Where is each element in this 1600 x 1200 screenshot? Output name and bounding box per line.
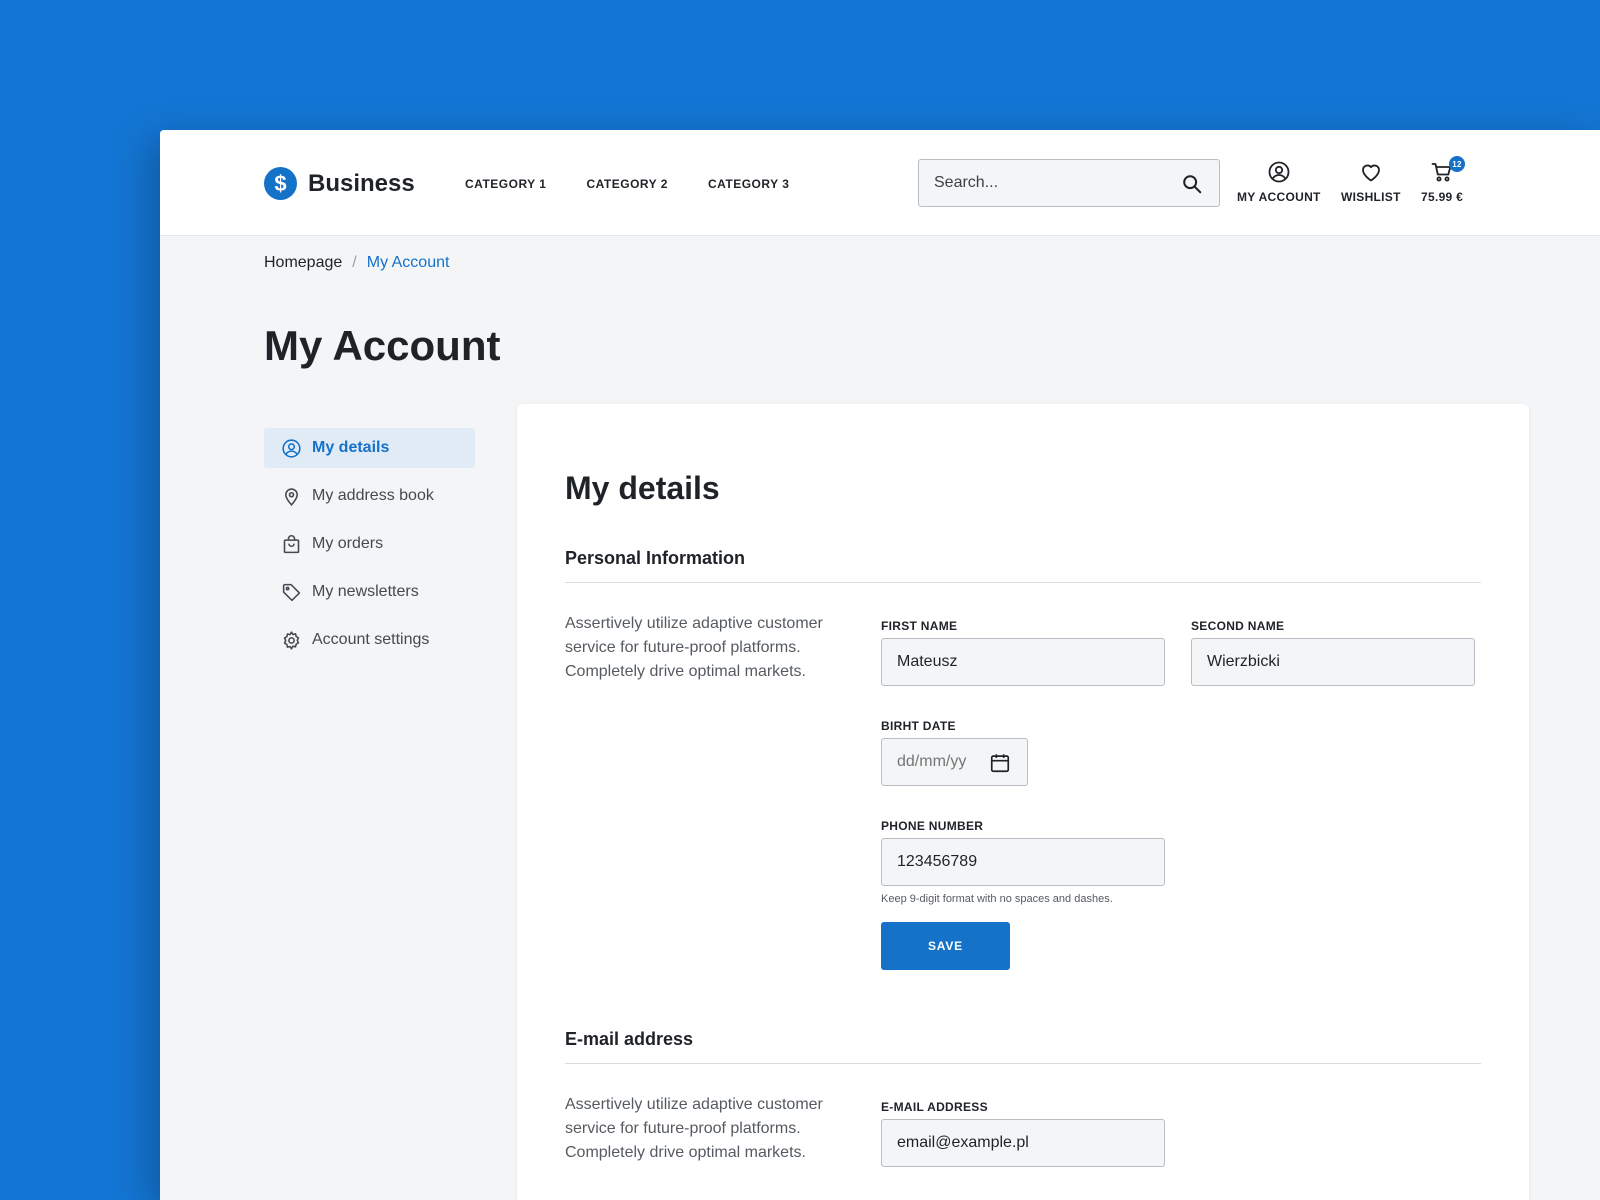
my-account-label: MY ACCOUNT [1237,190,1321,204]
save-button[interactable]: SAVE [881,922,1010,970]
sidebar-item-my-details[interactable]: My details [264,428,475,468]
user-circle-icon [1268,161,1290,183]
second-name-field [1191,638,1475,686]
section-divider [565,582,1481,583]
second-name-label: SECOND NAME [1191,619,1285,633]
account-sidebar: My details My address book My orders My … [264,428,475,668]
logo-text: Business [308,169,415,197]
phone-input[interactable] [897,853,1164,871]
sidebar-item-label: My address book [312,487,434,504]
page-title: My Account [264,322,501,369]
first-name-input[interactable] [897,653,1164,671]
cart-count-badge: 12 [1449,156,1465,172]
cart-total: 75.99 € [1421,190,1464,204]
email-label: E-MAIL ADDRESS [881,1100,988,1114]
email-description: Assertively utilize adaptive customer se… [565,1096,823,1161]
email-section-title: E-mail address [565,1029,694,1049]
tag-icon [282,583,301,601]
birth-date-field [881,738,1028,786]
map-pin-icon [285,487,298,506]
site-header: $ Business CATEGORY 1 CATEGORY 2 CATEGOR… [160,130,1600,236]
section-divider [565,1063,1481,1064]
breadcrumb: Homepage / My Account [264,254,449,272]
sidebar-item-label: My details [312,439,390,456]
shopping-bag-icon [283,534,300,553]
phone-helper-text: Keep 9-digit format with no spaces and d… [881,893,1113,905]
app-window: $ Business CATEGORY 1 CATEGORY 2 CATEGOR… [160,130,1600,1200]
calendar-icon[interactable] [989,752,1011,774]
phone-label: PHONE NUMBER [881,819,984,833]
phone-field [881,838,1165,886]
my-account-link[interactable]: MY ACCOUNT [1237,160,1321,204]
search-icon[interactable] [1181,173,1203,195]
sidebar-item-address-book[interactable]: My address book [264,476,475,516]
sidebar-item-label: My newsletters [312,583,419,600]
breadcrumb-home[interactable]: Homepage [264,254,342,272]
personal-info-title: Personal Information [565,548,746,568]
sidebar-item-orders[interactable]: My orders [264,524,475,564]
personal-info-description: Assertively utilize adaptive customer se… [565,615,823,680]
wishlist-label: WISHLIST [1341,190,1401,204]
sidebar-item-account-settings[interactable]: Account settings [264,620,475,660]
sidebar-item-newsletters[interactable]: My newsletters [264,572,475,612]
second-name-input[interactable] [1207,653,1474,671]
email-input[interactable] [897,1134,1164,1152]
first-name-label: FIRST NAME [881,619,958,633]
nav-category-1[interactable]: CATEGORY 1 [465,177,546,191]
dollar-logo-icon: $ [264,167,297,200]
search-input[interactable] [919,174,1169,192]
nav-category-3[interactable]: CATEGORY 3 [708,177,789,191]
gear-icon [283,630,300,650]
email-field [881,1119,1165,1167]
user-circle-icon [282,438,301,458]
sidebar-item-label: My orders [312,535,384,552]
details-card: My details Personal Information Assertiv… [517,404,1529,1200]
breadcrumb-current[interactable]: My Account [367,254,450,272]
details-title: My details [565,470,720,506]
cart-link[interactable]: 12 75.99 € [1421,156,1465,204]
sidebar-item-label: Account settings [312,631,430,648]
wishlist-link[interactable]: WISHLIST [1341,160,1401,204]
nav-category-2[interactable]: CATEGORY 2 [586,177,667,191]
heart-icon [1361,164,1380,182]
first-name-field [881,638,1165,686]
birth-date-label: BIRHT DATE [881,719,956,733]
breadcrumb-separator: / [352,254,357,271]
main-nav: CATEGORY 1 CATEGORY 2 CATEGORY 3 [465,177,829,191]
logo[interactable]: $ Business [264,167,415,200]
birth-date-input[interactable] [897,753,987,771]
search-box [918,159,1220,207]
